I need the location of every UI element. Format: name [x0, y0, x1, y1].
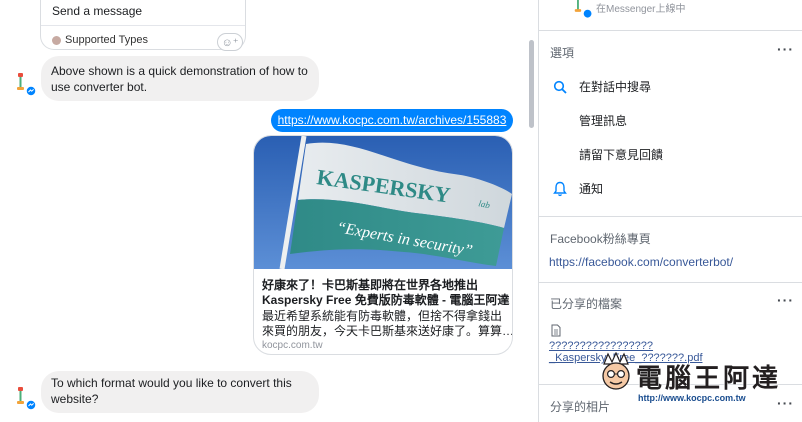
- preview-description-line2: 來買的朋友，今天卡巴斯基來送好康了。算算…: [262, 324, 513, 338]
- give-feedback-item[interactable]: 請留下意見回饋: [549, 146, 663, 163]
- bot-avatar[interactable]: [14, 385, 38, 411]
- mascot-face-icon: [602, 352, 630, 390]
- link-preview-card[interactable]: KASPERSKY lab “Experts in security” 好康來了…: [253, 135, 513, 355]
- search-in-conversation-item[interactable]: 在對話中搜尋: [549, 78, 651, 95]
- preview-domain: kocpc.com.tw: [262, 340, 323, 351]
- add-reaction-icon[interactable]: ☺⁺: [217, 33, 243, 51]
- notifications-item[interactable]: 通知: [549, 180, 603, 197]
- bot-menu-card: Send a message Supported Types: [40, 0, 246, 50]
- watermark: 電腦王阿達 http://www.kocpc.com.tw: [598, 348, 800, 420]
- divider: [539, 216, 802, 217]
- send-message-option[interactable]: Send a message: [52, 4, 142, 18]
- shared-files-title: 已分享的檔案: [550, 297, 623, 311]
- search-icon: [549, 79, 571, 95]
- fanpage-link[interactable]: https://facebook.com/converterbot/: [549, 255, 733, 269]
- online-status: 在Messenger上線中: [596, 4, 686, 15]
- supported-types-icon: [52, 35, 61, 45]
- bot-avatar[interactable]: [14, 71, 38, 97]
- divider: [539, 282, 802, 283]
- bot-message: To which format would you like to conver…: [41, 371, 319, 413]
- bot-profile-avatar[interactable]: [572, 0, 594, 22]
- kaspersky-flag-image: KASPERSKY lab “Experts in security”: [254, 136, 512, 269]
- watermark-url: http://www.kocpc.com.tw: [638, 393, 746, 403]
- chat-scrollbar[interactable]: [529, 40, 534, 128]
- watermark-title: 電腦王阿達: [636, 363, 782, 393]
- notifications-label: 通知: [579, 182, 604, 196]
- shared-files-more-icon[interactable]: ···: [777, 292, 794, 308]
- conversation-pane: Send a message Supported Types ☺⁺ Above …: [0, 0, 538, 422]
- divider: [539, 30, 802, 31]
- bot-message: Above shown is a quick demonstration of …: [41, 56, 319, 101]
- file-icon: [551, 324, 561, 337]
- options-more-icon[interactable]: ···: [777, 41, 794, 57]
- sent-link-message[interactable]: https://www.kocpc.com.tw/archives/155883: [271, 109, 513, 132]
- options-title: 選項: [550, 46, 575, 60]
- manage-messages-label: 管理訊息: [579, 114, 628, 128]
- fanpage-title: Facebook粉絲專頁: [550, 232, 651, 246]
- preview-title-line2: Kaspersky Free 免費版防毒軟體 - 電腦王阿達: [262, 293, 510, 307]
- give-feedback-label: 請留下意見回饋: [579, 148, 664, 162]
- manage-messages-item[interactable]: 管理訊息: [549, 112, 627, 129]
- search-in-conversation-label: 在對話中搜尋: [579, 80, 652, 94]
- supported-types-option[interactable]: Supported Types: [52, 34, 148, 46]
- supported-types-label: Supported Types: [65, 34, 148, 46]
- menu-divider: [41, 25, 245, 26]
- bell-icon: [549, 181, 571, 197]
